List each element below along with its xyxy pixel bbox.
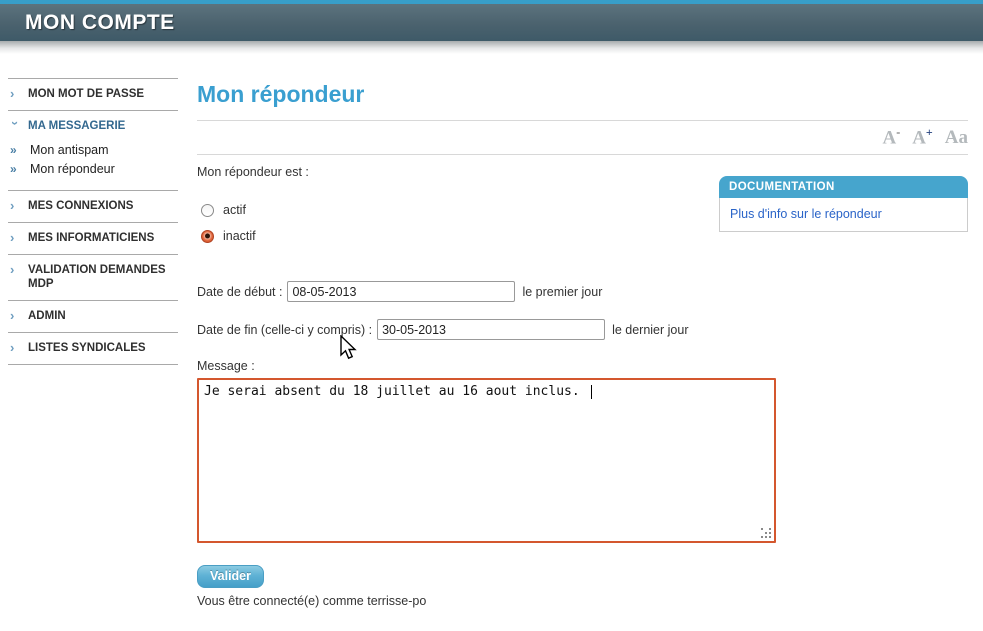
resize-handle[interactable]	[761, 528, 772, 539]
sidebar-item-label: VALIDATION DEMANDES MDP	[28, 263, 178, 291]
sidebar-item-label: MON MOT DE PASSE	[28, 87, 144, 101]
font-reset-button[interactable]: Aa	[945, 127, 968, 149]
sidebar-item-label: MES INFORMATICIENS	[28, 231, 154, 245]
date-end-label: Date de fin (celle-ci y compris) :	[197, 323, 372, 337]
chevron-right-icon: ›	[8, 309, 28, 322]
sidebar-item-label: LISTES SYNDICALES	[28, 341, 146, 355]
double-chevron-icon: »	[8, 162, 30, 177]
date-end-input[interactable]	[377, 319, 605, 340]
font-size-controls: A- A+ Aa	[197, 121, 968, 154]
date-end-suffix: le dernier jour	[612, 323, 688, 337]
app-header: MON COMPTE	[0, 4, 983, 41]
radio-actif-label[interactable]: actif	[223, 203, 246, 217]
chevron-right-icon: ›	[8, 231, 28, 244]
page-title: Mon répondeur	[197, 81, 968, 108]
date-end-row: Date de fin (celle-ci y compris) : le de…	[197, 319, 968, 340]
radio-actif[interactable]	[201, 204, 214, 217]
date-start-row: Date de début : le premier jour	[197, 281, 968, 302]
documentation-header: DOCUMENTATION	[719, 176, 968, 198]
documentation-box: DOCUMENTATION Plus d'info sur le réponde…	[719, 176, 968, 232]
sidebar-item-label: MA MESSAGERIE	[28, 119, 125, 133]
valider-button[interactable]: Valider	[197, 565, 264, 588]
radio-inactif[interactable]	[201, 230, 214, 243]
double-chevron-icon: »	[8, 143, 30, 158]
message-text: Je serai absent du 18 juillet au 16 aout…	[204, 384, 588, 399]
sidebar-subitem-label: Mon répondeur	[30, 162, 115, 177]
font-smaller-button[interactable]: A-	[882, 125, 900, 149]
chevron-right-icon: ›	[8, 199, 28, 212]
documentation-body: Plus d'info sur le répondeur	[719, 198, 968, 232]
message-label: Message :	[197, 359, 968, 373]
text-caret	[591, 385, 592, 399]
main-content: Mon répondeur A- A+ Aa Mon répondeur est…	[197, 78, 968, 608]
documentation-link[interactable]: Plus d'info sur le répondeur	[730, 207, 882, 221]
logged-in-status: Vous être connecté(e) comme terrisse-po	[197, 594, 968, 608]
chevron-right-icon: ›	[8, 263, 28, 276]
sidebar-item-ma-messagerie[interactable]: › MA MESSAGERIE » Mon antispam » Mon rép…	[8, 110, 178, 190]
sidebar-subitem-mon-repondeur[interactable]: » Mon répondeur	[8, 162, 178, 177]
sidebar-item-validation-demandes-mdp[interactable]: › VALIDATION DEMANDES MDP	[8, 254, 178, 300]
sidebar-item-label: MES CONNEXIONS	[28, 199, 133, 213]
divider	[197, 154, 968, 155]
date-start-suffix: le premier jour	[522, 285, 602, 299]
chevron-right-icon: ›	[8, 341, 28, 354]
sidebar-item-label: ADMIN	[28, 309, 66, 323]
app-title: MON COMPTE	[0, 11, 175, 35]
chevron-right-icon: ›	[8, 87, 28, 100]
page: MON COMPTE › MON MOT DE PASSE › MA MESSA…	[0, 0, 983, 631]
font-larger-button[interactable]: A+	[912, 125, 933, 149]
message-textarea[interactable]: Je serai absent du 18 juillet au 16 aout…	[197, 378, 776, 543]
sidebar-divider	[8, 364, 178, 365]
sidebar-subitem-label: Mon antispam	[30, 143, 109, 158]
sidebar-item-mes-connexions[interactable]: › MES CONNEXIONS	[8, 190, 178, 222]
sidebar-item-admin[interactable]: › ADMIN	[8, 300, 178, 332]
header-shadow	[0, 41, 983, 54]
chevron-down-icon: ›	[9, 119, 22, 139]
sidebar-item-mes-informaticiens[interactable]: › MES INFORMATICIENS	[8, 222, 178, 254]
responder-form: Mon répondeur est : actif inactif DOCUME…	[197, 165, 968, 608]
date-start-input[interactable]	[287, 281, 515, 302]
date-start-label: Date de début :	[197, 285, 282, 299]
sidebar-subitem-mon-antispam[interactable]: » Mon antispam	[8, 143, 178, 158]
sidebar-item-listes-syndicales[interactable]: › LISTES SYNDICALES	[8, 332, 178, 364]
radio-inactif-label[interactable]: inactif	[223, 229, 256, 243]
sidebar-nav: › MON MOT DE PASSE › MA MESSAGERIE » Mon…	[8, 78, 178, 365]
sidebar-submenu: » Mon antispam » Mon répondeur	[8, 143, 178, 177]
sidebar-item-mon-mot-de-passe[interactable]: › MON MOT DE PASSE	[8, 78, 178, 110]
